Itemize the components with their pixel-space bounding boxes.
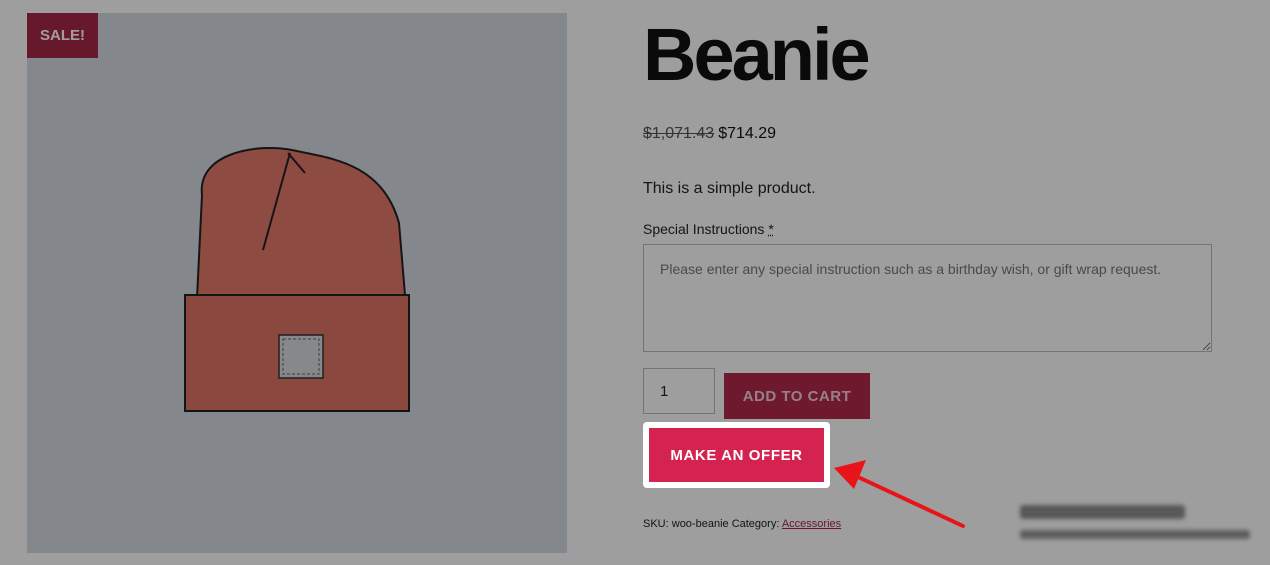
price-old: $1,071.43 [643, 125, 715, 142]
blurred-line [1020, 530, 1250, 539]
sale-badge: SALE! [27, 13, 98, 58]
label-text: Special Instructions [643, 221, 765, 237]
red-arrow-icon [834, 460, 965, 528]
product-meta: SKU: woo-beanie Category: Accessories [643, 518, 841, 530]
sku-value: woo-beanie [671, 518, 729, 530]
quantity-input[interactable] [643, 368, 715, 414]
product-image[interactable] [27, 13, 567, 553]
price-new: $714.29 [718, 125, 777, 142]
product-page: SALE! Beanie $1,071.43 $714.29 This is a … [0, 0, 1270, 565]
sku-label: SKU: [643, 518, 669, 530]
blurred-line [1020, 505, 1185, 519]
price: $1,071.43 $714.29 [643, 125, 776, 143]
special-instructions-field[interactable] [643, 244, 1212, 352]
category-label: Category: [731, 518, 780, 530]
highlight-frame: MAKE AN OFFER [643, 422, 830, 488]
special-instructions-label: Special Instructions * [643, 221, 774, 237]
make-an-offer-button[interactable]: MAKE AN OFFER [649, 428, 824, 482]
short-description: This is a simple product. [643, 180, 816, 197]
product-title: Beanie [643, 13, 871, 96]
required-marker: * [768, 221, 774, 237]
add-to-cart-button[interactable]: ADD TO CART [724, 373, 870, 419]
beanie-illustration [184, 146, 410, 412]
blurred-notification [1010, 500, 1260, 550]
